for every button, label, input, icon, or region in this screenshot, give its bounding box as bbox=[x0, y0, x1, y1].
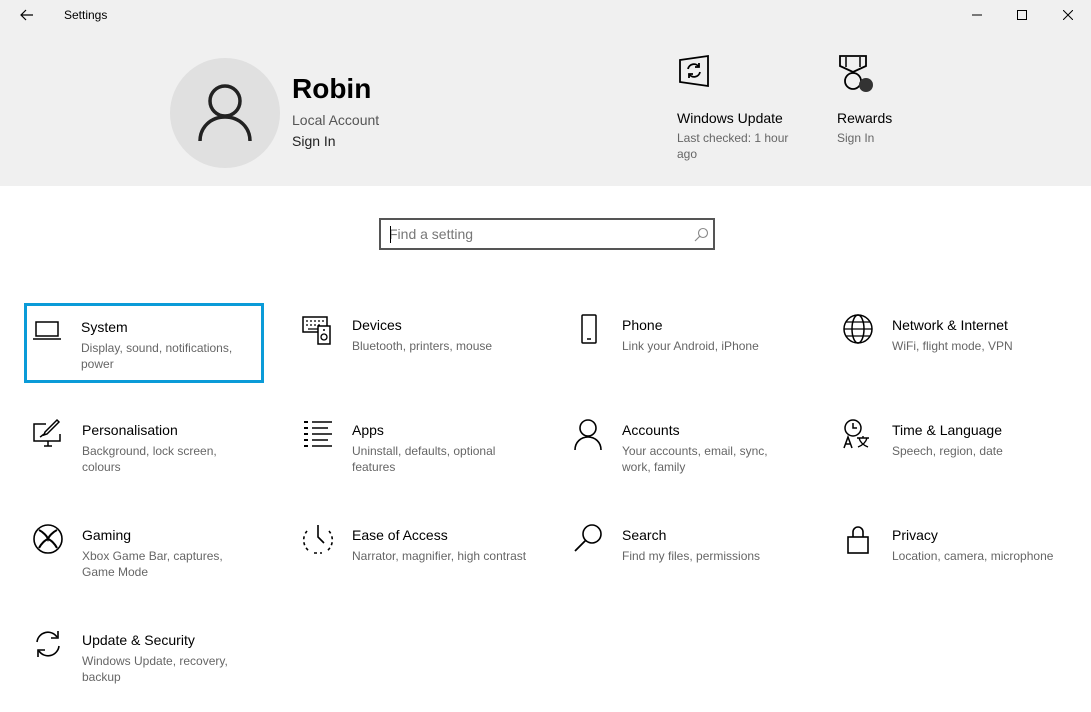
category-update-security[interactable]: Update & Security Windows Update, recove… bbox=[26, 618, 266, 698]
category-label: Network & Internet bbox=[892, 317, 1008, 333]
avatar[interactable] bbox=[170, 58, 280, 168]
laptop-icon bbox=[33, 321, 61, 340]
category-search[interactable]: Search Find my files, permissions bbox=[566, 513, 806, 593]
category-description: Windows Update, recovery, backup bbox=[82, 654, 228, 684]
category-time-language[interactable]: Time & Language Speech, region, date bbox=[836, 408, 1076, 488]
category-label: Time & Language bbox=[892, 422, 1002, 438]
windows-update-tile[interactable]: Windows Update Last checked: 1 hour ago bbox=[677, 54, 797, 162]
category-label: Accounts bbox=[622, 422, 680, 438]
category-label: Update & Security bbox=[82, 632, 195, 648]
phone-icon bbox=[581, 314, 597, 344]
category-label: Apps bbox=[352, 422, 384, 438]
keyboard-speaker-icon bbox=[302, 316, 331, 345]
person-icon bbox=[198, 84, 252, 142]
category-description: Background, lock screen, colours bbox=[82, 444, 217, 474]
category-label: Devices bbox=[352, 317, 402, 333]
category-system[interactable]: System Display, sound, notifications, po… bbox=[24, 303, 264, 383]
category-description: Your accounts, email, sync, work, family bbox=[622, 444, 768, 474]
sync-arrows-icon bbox=[36, 631, 60, 657]
minimize-icon bbox=[972, 14, 982, 16]
category-label: Gaming bbox=[82, 527, 132, 543]
close-icon bbox=[1063, 10, 1073, 20]
category-label: Phone bbox=[622, 317, 663, 333]
rewards-tile[interactable]: Rewards Sign In bbox=[837, 54, 957, 146]
profile-header: Robin Local Account Sign In Windows Upda… bbox=[0, 30, 1091, 186]
category-apps[interactable]: Apps Uninstall, defaults, optional featu… bbox=[296, 408, 536, 488]
xbox-icon bbox=[33, 524, 63, 554]
windows-update-title: Windows Update bbox=[677, 110, 783, 126]
rewards-medal-icon bbox=[839, 55, 873, 92]
category-phone[interactable]: Phone Link your Android, iPhone bbox=[566, 303, 806, 383]
category-description: Display, sound, notifications, power bbox=[81, 341, 233, 371]
search-box[interactable] bbox=[379, 218, 715, 250]
lock-icon bbox=[847, 526, 869, 554]
globe-icon bbox=[843, 314, 873, 344]
category-label: Search bbox=[622, 527, 667, 543]
minimize-button[interactable] bbox=[954, 0, 1000, 30]
text-caret bbox=[390, 226, 391, 243]
ease-of-access-icon bbox=[302, 525, 334, 554]
category-label: Ease of Access bbox=[352, 527, 448, 543]
title-bar: Settings bbox=[0, 0, 1091, 30]
category-description: Narrator, magnifier, high contrast bbox=[352, 549, 527, 563]
apps-list-icon bbox=[304, 421, 332, 447]
maximize-icon bbox=[1017, 10, 1027, 20]
user-name: Robin bbox=[292, 73, 372, 104]
category-ease-of-access[interactable]: Ease of Access Narrator, magnifier, high… bbox=[296, 513, 536, 593]
paint-screen-icon bbox=[33, 418, 61, 447]
category-privacy[interactable]: Privacy Location, camera, microphone bbox=[836, 513, 1076, 593]
category-description: Uninstall, defaults, optional features bbox=[352, 444, 496, 474]
account-type: Local Account bbox=[292, 112, 380, 128]
person-icon bbox=[574, 419, 602, 450]
category-gaming[interactable]: Gaming Xbox Game Bar, captures, Game Mod… bbox=[26, 513, 266, 593]
close-button[interactable] bbox=[1045, 0, 1091, 30]
category-accounts[interactable]: Accounts Your accounts, email, sync, wor… bbox=[566, 408, 806, 488]
category-description: Bluetooth, printers, mouse bbox=[352, 339, 493, 353]
category-label: Personalisation bbox=[82, 422, 178, 438]
category-description: Find my files, permissions bbox=[622, 549, 761, 563]
back-arrow-icon bbox=[20, 9, 33, 21]
time-language-icon bbox=[843, 419, 869, 449]
category-personalisation[interactable]: Personalisation Background, lock screen,… bbox=[26, 408, 266, 488]
window-title: Settings bbox=[64, 8, 108, 22]
search-icon[interactable] bbox=[693, 227, 709, 243]
category-devices[interactable]: Devices Bluetooth, printers, mouse bbox=[296, 303, 536, 383]
category-description: WiFi, flight mode, VPN bbox=[892, 339, 1013, 353]
rewards-title: Rewards bbox=[837, 110, 893, 126]
category-description: Link your Android, iPhone bbox=[622, 339, 759, 353]
category-description: Location, camera, microphone bbox=[892, 549, 1054, 563]
sign-in-link[interactable]: Sign In bbox=[292, 133, 336, 149]
maximize-button[interactable] bbox=[999, 0, 1045, 30]
category-label: Privacy bbox=[892, 527, 938, 543]
category-label: System bbox=[81, 319, 128, 335]
rewards-subtitle: Sign In bbox=[837, 131, 875, 145]
windows-update-icon bbox=[679, 54, 709, 88]
back-button[interactable] bbox=[10, 2, 44, 28]
category-description: Xbox Game Bar, captures, Game Mode bbox=[82, 549, 223, 579]
windows-update-subtitle: Last checked: 1 hour ago bbox=[677, 131, 789, 161]
search-icon bbox=[574, 524, 602, 552]
search-input[interactable] bbox=[389, 225, 679, 243]
category-description: Speech, region, date bbox=[892, 444, 1003, 458]
category-network[interactable]: Network & Internet WiFi, flight mode, VP… bbox=[836, 303, 1076, 383]
